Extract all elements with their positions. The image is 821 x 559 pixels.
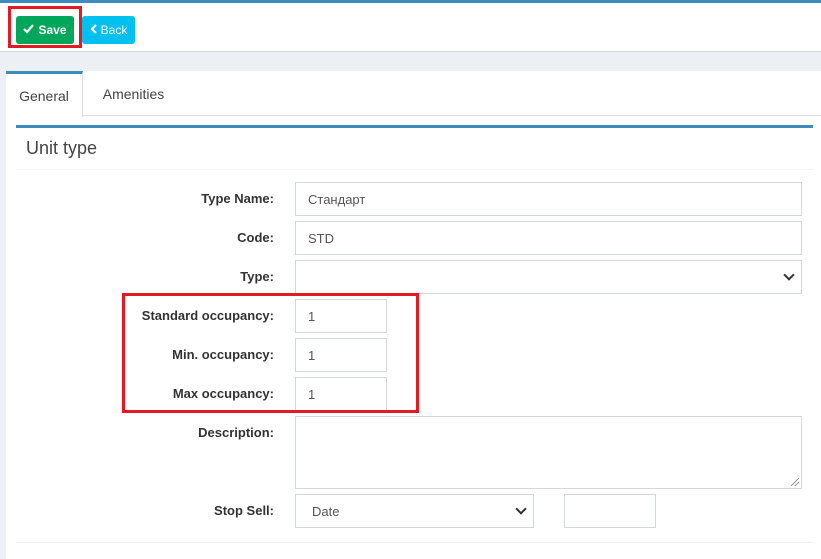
back-button[interactable]: Back (82, 16, 135, 44)
type-name-input[interactable]: Стандарт (295, 182, 802, 216)
top-toolbar: Save Back (0, 0, 821, 52)
section-title: Unit type (26, 138, 98, 158)
min-occupancy-input[interactable]: 1 (295, 338, 387, 372)
description-label: Description: (198, 425, 274, 440)
unit-type-box: Unit type Type Name: Стандарт Code: STD … (16, 125, 813, 559)
code-input[interactable]: STD (295, 221, 802, 255)
chevron-down-icon (783, 269, 795, 281)
stop-sell-select-value: Date (312, 503, 340, 519)
stop-sell-label: Stop Sell: (214, 503, 274, 518)
check-icon (23, 23, 35, 37)
chevron-down-icon (515, 503, 527, 515)
tab-bar: General Amenities (6, 71, 821, 117)
max-occupancy-label: Max occupancy: (172, 386, 274, 401)
save-button-label: Save (38, 23, 67, 37)
stop-sell-select[interactable]: Date (295, 494, 534, 528)
chevron-left-icon (90, 23, 97, 37)
type-select[interactable] (295, 260, 802, 294)
divider (16, 542, 813, 543)
tab-amenities[interactable]: Amenities (91, 71, 176, 116)
type-label: Type: (240, 269, 274, 284)
tab-general[interactable]: General (6, 71, 83, 117)
type-name-label: Type Name: (201, 191, 274, 206)
back-button-label: Back (100, 23, 128, 37)
stop-sell-date-input[interactable] (564, 494, 656, 528)
description-textarea[interactable] (295, 416, 802, 489)
code-label: Code: (237, 230, 274, 245)
standard-occupancy-input[interactable]: 1 (295, 299, 387, 333)
min-occupancy-label: Min. occupancy: (172, 347, 274, 362)
divider (16, 169, 813, 170)
save-button[interactable]: Save (16, 16, 74, 44)
content-panel: General Amenities Unit type Type Name: С… (6, 71, 821, 559)
standard-occupancy-label: Standard occupancy: (141, 308, 274, 323)
max-occupancy-input[interactable]: 1 (295, 377, 387, 411)
resize-handle-icon[interactable] (791, 478, 799, 486)
